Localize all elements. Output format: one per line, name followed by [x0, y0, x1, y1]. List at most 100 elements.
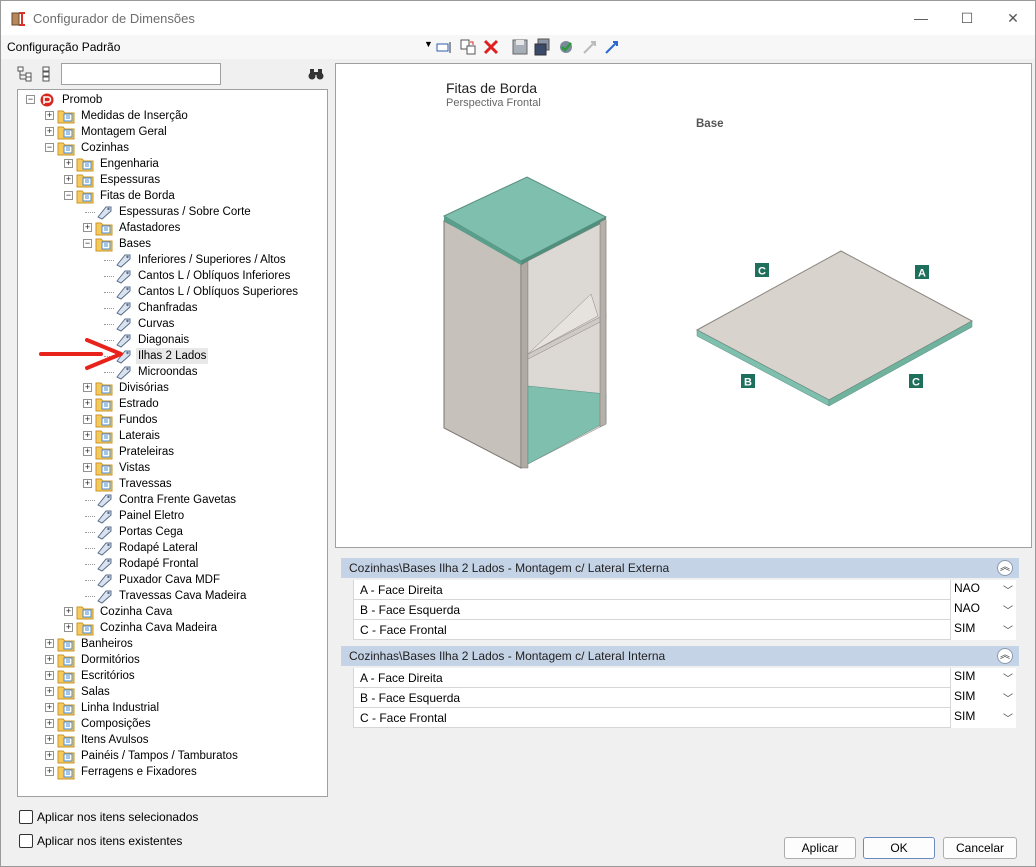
save-as-icon[interactable]: [534, 38, 552, 56]
expand-tree-icon[interactable]: [17, 66, 33, 82]
expand-plus-icon[interactable]: +: [83, 479, 92, 488]
expand-plus-icon[interactable]: +: [83, 431, 92, 440]
property-label: C - Face Frontal: [360, 711, 447, 725]
expand-plus-icon[interactable]: +: [83, 223, 92, 232]
apply-existing-checkbox[interactable]: [19, 834, 33, 848]
apply-button[interactable]: Aplicar: [784, 837, 856, 859]
expand-plus-icon[interactable]: +: [45, 703, 54, 712]
expand-plus-icon[interactable]: +: [83, 463, 92, 472]
cabinet-drawing: [442, 176, 608, 469]
export-icon[interactable]: [603, 38, 621, 56]
chevron-down-icon[interactable]: ﹀: [1003, 622, 1013, 637]
tree-connector: [85, 532, 95, 533]
tree-item-label: Fitas de Borda: [100, 190, 175, 202]
expand-plus-icon[interactable]: +: [45, 735, 54, 744]
chevron-down-icon[interactable]: ﹀: [1003, 690, 1013, 705]
expand-plus-icon[interactable]: +: [45, 719, 54, 728]
expand-plus-icon[interactable]: +: [83, 447, 92, 456]
chevron-down-icon[interactable]: ﹀: [1003, 582, 1013, 597]
collapse-minus-icon[interactable]: −: [26, 95, 35, 104]
folder-icon: [57, 142, 75, 156]
expand-plus-icon[interactable]: +: [83, 415, 92, 424]
tree-connector: [104, 308, 114, 309]
collapse-chevron-icon[interactable]: ︽: [997, 648, 1013, 664]
tree-item-label: Composições: [81, 718, 151, 730]
tree-item-label: Ilhas 2 Lados: [136, 348, 209, 364]
copy-config-icon[interactable]: [459, 38, 477, 56]
expand-plus-icon[interactable]: +: [45, 655, 54, 664]
tree-item-label: Painéis / Tampos / Tamburatos: [81, 750, 238, 762]
folder-icon: [95, 238, 113, 252]
binoculars-search-icon[interactable]: [308, 66, 324, 82]
folder-icon: [57, 750, 75, 764]
property-value-select[interactable]: SIM ﹀: [950, 620, 1016, 640]
group-header[interactable]: Cozinhas\Bases Ilha 2 Lados - Montagem c…: [341, 646, 1019, 666]
tree-connector: [104, 292, 114, 293]
expand-plus-icon[interactable]: +: [45, 127, 54, 136]
collapse-minus-icon[interactable]: −: [64, 191, 73, 200]
property-label: A - Face Direita: [360, 583, 443, 597]
expand-plus-icon[interactable]: +: [64, 623, 73, 632]
tree-item-label: Ferragens e Fixadores: [81, 766, 197, 778]
property-value-select[interactable]: SIM ﹀: [950, 708, 1016, 728]
rename-icon[interactable]: [435, 38, 453, 56]
property-value-select[interactable]: SIM ﹀: [950, 668, 1016, 688]
chevron-down-icon[interactable]: ﹀: [1003, 602, 1013, 617]
tree-item-label: Prateleiras: [119, 446, 174, 458]
preview-panel: Fitas de Borda Perspectiva Frontal Base: [335, 63, 1032, 548]
tree-search-input[interactable]: [61, 63, 221, 85]
expand-plus-icon[interactable]: +: [45, 687, 54, 696]
chevron-down-icon[interactable]: ﹀: [1003, 710, 1013, 725]
expand-plus-icon[interactable]: +: [64, 159, 73, 168]
close-button[interactable]: ✕: [991, 5, 1035, 31]
tree-item-label: Rodapé Lateral: [119, 542, 198, 554]
tree-item-label: Portas Cega: [119, 526, 183, 538]
save-icon[interactable]: [511, 38, 529, 56]
tree-connector: [104, 372, 114, 373]
minimize-button[interactable]: —: [899, 5, 943, 31]
expand-plus-icon[interactable]: +: [45, 671, 54, 680]
expand-plus-icon[interactable]: +: [64, 607, 73, 616]
expand-plus-icon[interactable]: +: [45, 639, 54, 648]
chevron-down-icon[interactable]: ﹀: [1003, 670, 1013, 685]
collapse-minus-icon[interactable]: −: [45, 143, 54, 152]
property-label: A - Face Direita: [360, 671, 443, 685]
import-icon[interactable]: [581, 38, 599, 56]
apply-selected-label[interactable]: Aplicar nos itens selecionados: [37, 810, 198, 824]
folder-icon: [95, 478, 113, 492]
tree-item-label: Dormitórios: [81, 654, 140, 666]
expand-plus-icon[interactable]: +: [45, 767, 54, 776]
folder-icon: [95, 222, 113, 236]
property-value-select[interactable]: SIM ﹀: [950, 688, 1016, 708]
group-header[interactable]: Cozinhas\Bases Ilha 2 Lados - Montagem c…: [341, 558, 1019, 578]
collapse-minus-icon[interactable]: −: [83, 239, 92, 248]
apply-existing-label[interactable]: Aplicar nos itens existentes: [37, 834, 182, 848]
property-value-select[interactable]: NAO ﹀: [950, 580, 1016, 600]
svg-text:C: C: [912, 377, 920, 389]
expand-plus-icon[interactable]: +: [45, 751, 54, 760]
tag-icon: [97, 206, 112, 220]
tag-icon: [116, 254, 131, 268]
collapse-tree-icon[interactable]: [39, 66, 55, 82]
config-dropdown-icon[interactable]: ▼: [424, 39, 433, 49]
tree-item-label: Espessuras / Sobre Corte: [119, 206, 251, 218]
property-label: B - Face Esquerda: [360, 691, 461, 705]
group-title: Cozinhas\Bases Ilha 2 Lados - Montagem c…: [349, 561, 670, 575]
tree-item-label: Diagonais: [138, 334, 190, 346]
folder-icon: [57, 654, 75, 668]
expand-plus-icon[interactable]: +: [83, 399, 92, 408]
collapse-chevron-icon[interactable]: ︽: [997, 560, 1013, 576]
maximize-button[interactable]: ☐: [945, 5, 989, 31]
ok-button[interactable]: OK: [863, 837, 935, 859]
property-value-select[interactable]: NAO ﹀: [950, 600, 1016, 620]
apply-selected-checkbox[interactable]: [19, 810, 33, 824]
edge-label-c-bottom: C: [909, 374, 923, 389]
expand-plus-icon[interactable]: +: [83, 383, 92, 392]
expand-plus-icon[interactable]: +: [64, 175, 73, 184]
settings-check-icon[interactable]: [557, 38, 575, 56]
tree-item-label: Rodapé Frontal: [119, 558, 199, 570]
cancel-button[interactable]: Cancelar: [943, 837, 1017, 859]
edge-label-c-top: C: [755, 263, 769, 278]
expand-plus-icon[interactable]: +: [45, 111, 54, 120]
delete-icon[interactable]: [482, 38, 500, 56]
